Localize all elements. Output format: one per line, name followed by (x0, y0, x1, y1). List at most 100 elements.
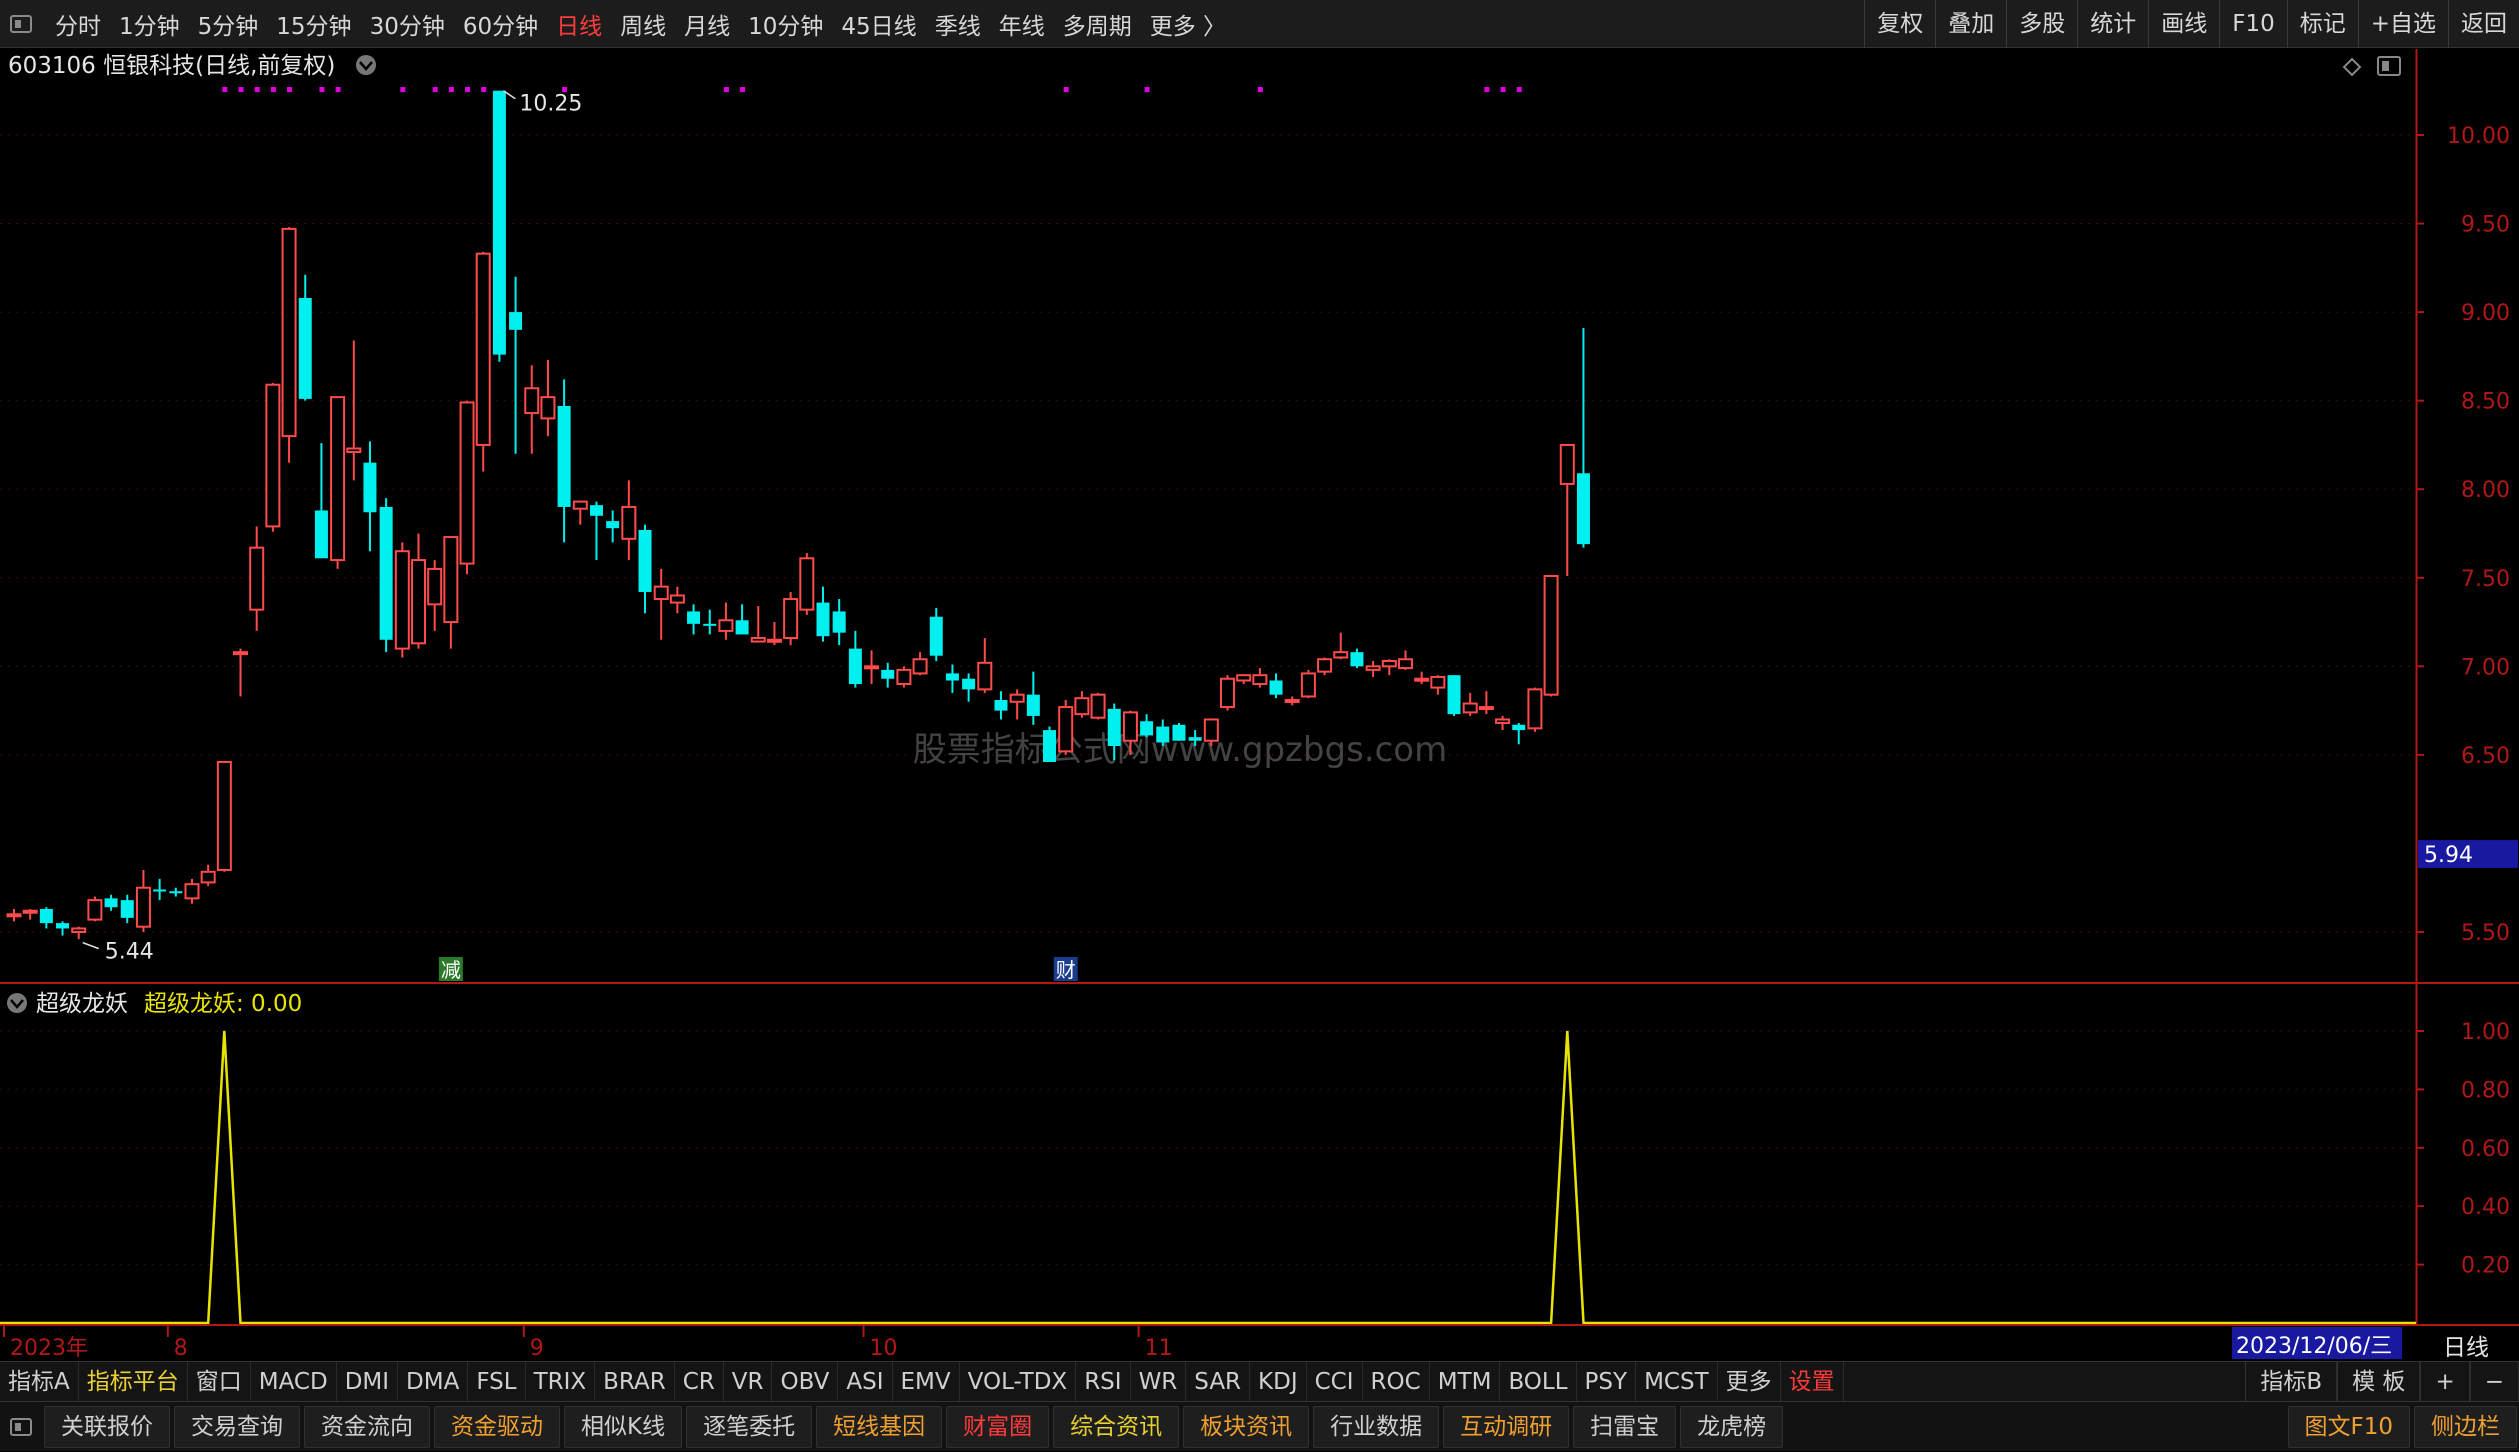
indicator-tab[interactable]: ROC (1363, 1362, 1430, 1402)
candle (1156, 719, 1169, 746)
indicator-tab[interactable]: DMI (337, 1362, 398, 1402)
bottom-button[interactable]: 关联报价 (44, 1406, 170, 1448)
period-tab[interactable]: 周线 (611, 7, 675, 41)
indicator-tab[interactable]: BRAR (595, 1362, 675, 1402)
indicator-scale-label: 0.80 (2461, 1078, 2510, 1103)
bottom-button[interactable]: 短线基因 (816, 1406, 942, 1448)
indicator-tab[interactable]: 更多 (1718, 1362, 1781, 1402)
indicator-tab-right-item[interactable]: − (2470, 1362, 2519, 1402)
indicator-tab[interactable]: VR (724, 1362, 773, 1402)
period-tab[interactable]: 1分钟 (110, 7, 189, 41)
candle-body-up (897, 670, 910, 684)
indicator-tab[interactable]: 窗口 (188, 1362, 251, 1402)
indicator-tab-right-item[interactable]: 模 板 (2337, 1362, 2420, 1402)
window-menu-icon[interactable] (10, 15, 32, 33)
candle (1140, 714, 1153, 737)
indicator-tab[interactable]: 指标A (0, 1362, 79, 1402)
period-tab[interactable]: 45日线 (832, 7, 925, 41)
indicator-tab[interactable]: 设置 (1781, 1362, 1844, 1402)
toolbar-button[interactable]: +自选 (2358, 0, 2448, 48)
indicator-tab[interactable]: KDJ (1250, 1362, 1307, 1402)
indicator-chart[interactable]: 1.000.800.600.400.20超级龙妖超级龙妖: 0.002023年8… (0, 985, 2519, 1361)
period-tab[interactable]: 年线 (990, 7, 1054, 41)
indicator-tab[interactable]: ASI (838, 1362, 892, 1402)
indicator-tab[interactable]: CR (675, 1362, 724, 1402)
bottom-button[interactable]: 资金驱动 (434, 1406, 560, 1448)
candle (1577, 328, 1590, 548)
toolbar-button[interactable]: 叠加 (1935, 0, 2006, 48)
candle (833, 599, 846, 645)
indicator-tab[interactable]: CCI (1307, 1362, 1363, 1402)
bottom-button[interactable]: 财富圈 (946, 1406, 1049, 1448)
toolbar-button[interactable]: 统计 (2077, 0, 2148, 48)
candle (88, 897, 101, 922)
bottom-button[interactable]: 行业数据 (1313, 1406, 1439, 1448)
candle (1286, 696, 1299, 705)
bottom-button[interactable]: 交易查询 (174, 1406, 300, 1448)
candle-body-up (412, 560, 425, 643)
signal-dot (1517, 87, 1522, 92)
toolbar-button[interactable]: F10 (2219, 0, 2287, 48)
indicator-tab[interactable]: MCST (1636, 1362, 1718, 1402)
toolbar-button[interactable]: 标记 (2287, 0, 2358, 48)
indicator-tab[interactable]: WR (1131, 1362, 1187, 1402)
indicator-tab-bar: 指标A指标平台窗口MACDDMIDMAFSLTRIXBRARCRVROBVASI… (0, 1361, 2519, 1401)
period-tab[interactable]: 10分钟 (739, 7, 832, 41)
candle-body-down (639, 530, 652, 592)
indicator-tab[interactable]: TRIX (526, 1362, 596, 1402)
bottom-button[interactable]: 逐笔委托 (686, 1406, 812, 1448)
candlestick-chart[interactable]: 10.009.509.008.508.007.507.006.505.505.9… (0, 49, 2519, 985)
period-tab[interactable]: 日线 (547, 7, 611, 41)
toolbar-button[interactable]: 返回 (2448, 0, 2519, 48)
candle (849, 631, 862, 688)
candle (525, 365, 538, 454)
indicator-tab[interactable]: DMA (398, 1362, 468, 1402)
indicator-tab[interactable]: VOL-TDX (960, 1362, 1077, 1402)
period-tab[interactable]: 5分钟 (189, 7, 268, 41)
period-tab[interactable]: 更多 〉 (1141, 7, 1235, 41)
bottom-right-button[interactable]: 图文F10 (2288, 1406, 2411, 1448)
indicator-tab[interactable]: PSY (1577, 1362, 1637, 1402)
candle-body-down (1156, 727, 1169, 743)
bottom-button[interactable]: 龙虎榜 (1680, 1406, 1783, 1448)
date-label: 8 (174, 1336, 188, 1361)
price-label: 6.50 (2461, 744, 2510, 769)
period-tab[interactable]: 30分钟 (361, 7, 454, 41)
indicator-tab[interactable]: 指标平台 (79, 1362, 188, 1402)
period-tab[interactable]: 月线 (675, 7, 739, 41)
indicator-tab-right-item[interactable]: 指标B (2245, 1362, 2337, 1402)
indicator-tab[interactable]: MACD (251, 1362, 337, 1402)
indicator-tab[interactable]: SAR (1186, 1362, 1250, 1402)
bottom-button[interactable]: 资金流向 (304, 1406, 430, 1448)
indicator-tab[interactable]: BOLL (1500, 1362, 1576, 1402)
bottom-button[interactable]: 相似K线 (564, 1406, 682, 1448)
toolbar-button[interactable]: 复权 (1864, 0, 1935, 48)
toolbar-button[interactable]: 多股 (2006, 0, 2077, 48)
panel-toggle-icon[interactable] (10, 1418, 32, 1436)
period-tab[interactable]: 多周期 (1054, 7, 1141, 41)
indicator-tab[interactable]: MTM (1430, 1362, 1501, 1402)
indicator-tab[interactable]: RSI (1076, 1362, 1130, 1402)
period-tab[interactable]: 分时 (46, 7, 110, 41)
bottom-button[interactable]: 扫雷宝 (1573, 1406, 1676, 1448)
period-tab[interactable]: 15分钟 (267, 7, 360, 41)
candle (412, 534, 425, 649)
bottom-right-button[interactable]: 侧边栏 (2414, 1406, 2517, 1448)
indicator-tab[interactable]: FSL (468, 1362, 525, 1402)
candle-body-up (72, 928, 85, 932)
indicator-tab-right-item[interactable]: + (2420, 1362, 2469, 1402)
bottom-button[interactable]: 综合资讯 (1053, 1406, 1179, 1448)
candle-body-down (1108, 709, 1121, 746)
candle-body-up (234, 652, 247, 654)
indicator-tab[interactable]: OBV (772, 1362, 838, 1402)
toolbar-button[interactable]: 画线 (2148, 0, 2219, 48)
candle-body-up (428, 569, 441, 604)
candle-body-down (817, 603, 830, 637)
bottom-button[interactable]: 互动调研 (1443, 1406, 1569, 1448)
indicator-tab[interactable]: EMV (893, 1362, 960, 1402)
candle-body-down (849, 649, 862, 684)
bottom-button[interactable]: 板块资讯 (1183, 1406, 1309, 1448)
candle (752, 606, 765, 641)
period-tab[interactable]: 季线 (926, 7, 990, 41)
period-tab[interactable]: 60分钟 (454, 7, 547, 41)
